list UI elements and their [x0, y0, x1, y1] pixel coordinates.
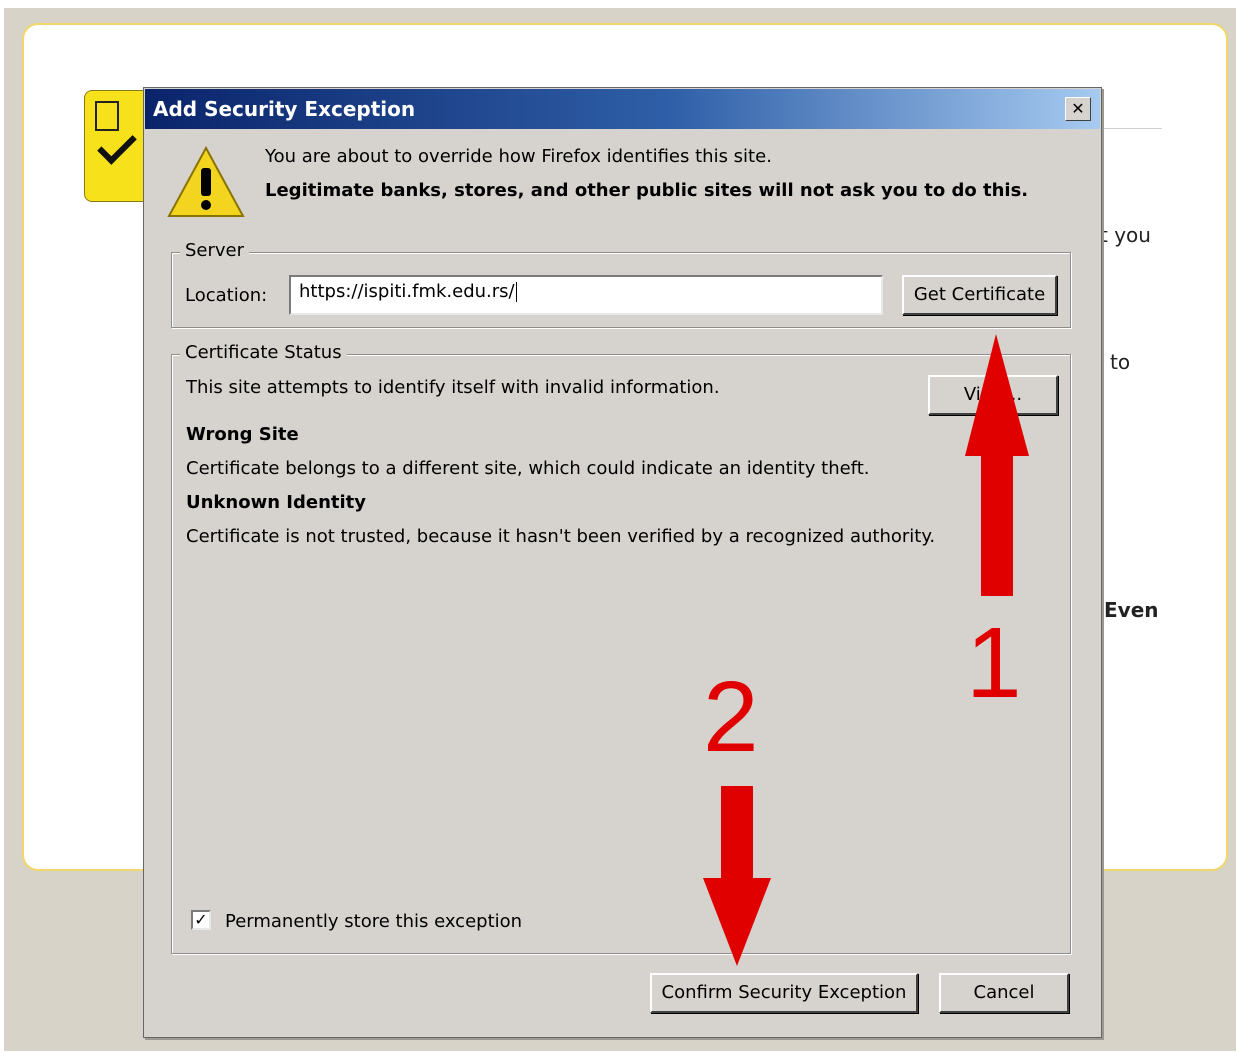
certificate-status-group: Certificate Status This site attempts to… — [171, 342, 1071, 954]
certificate-status-legend: Certificate Status — [180, 342, 347, 363]
checkmark-icon: ✓ — [194, 910, 208, 929]
server-legend: Server — [180, 240, 250, 261]
background-text-fragment: Even — [1104, 598, 1159, 622]
warning-icon — [167, 145, 245, 217]
background-text-fragment: to — [1110, 350, 1131, 374]
add-security-exception-dialog: Add Security Exception ✕ You are about t… — [143, 87, 1102, 1038]
background-text-fragment: t you — [1100, 223, 1151, 247]
unknown-identity-title: Unknown Identity — [186, 492, 367, 513]
permanent-store-label[interactable]: Permanently store this exception — [225, 911, 522, 932]
wrong-site-title: Wrong Site — [186, 424, 299, 445]
cancel-button[interactable]: Cancel — [939, 973, 1069, 1013]
close-icon: ✕ — [1071, 99, 1085, 118]
location-value: https://ispiti.fmk.edu.rs/ — [299, 281, 515, 302]
text-caret — [515, 282, 517, 302]
certificate-summary: This site attempts to identify itself wi… — [186, 377, 720, 398]
location-label: Location: — [185, 285, 268, 306]
step-1-label: 1 — [966, 607, 1022, 719]
warning-emphasis: Legitimate banks, stores, and other publ… — [265, 180, 1029, 201]
close-button[interactable]: ✕ — [1065, 97, 1091, 121]
document-icon — [95, 101, 119, 131]
dialog-titlebar[interactable]: Add Security Exception ✕ — [145, 89, 1100, 129]
wrong-site-description: Certificate belongs to a different site,… — [186, 458, 870, 479]
warning-message: You are about to override how Firefox id… — [265, 146, 772, 167]
page-divider — [1100, 128, 1162, 129]
view-certificate-button[interactable]: View... — [928, 375, 1058, 415]
location-input[interactable]: https://ispiti.fmk.edu.rs/ — [289, 275, 883, 315]
get-certificate-button[interactable]: Get Certificate — [902, 275, 1057, 315]
server-group: Server Location: https://ispiti.fmk.edu.… — [171, 240, 1071, 328]
dialog-title: Add Security Exception — [153, 97, 416, 121]
checkmark-icon — [97, 125, 137, 165]
confirm-security-exception-button[interactable]: Confirm Security Exception — [650, 973, 918, 1013]
step-2-label: 2 — [703, 661, 759, 773]
unknown-identity-description: Certificate is not trusted, because it h… — [186, 526, 936, 547]
permanent-store-checkbox[interactable]: ✓ — [191, 910, 211, 930]
